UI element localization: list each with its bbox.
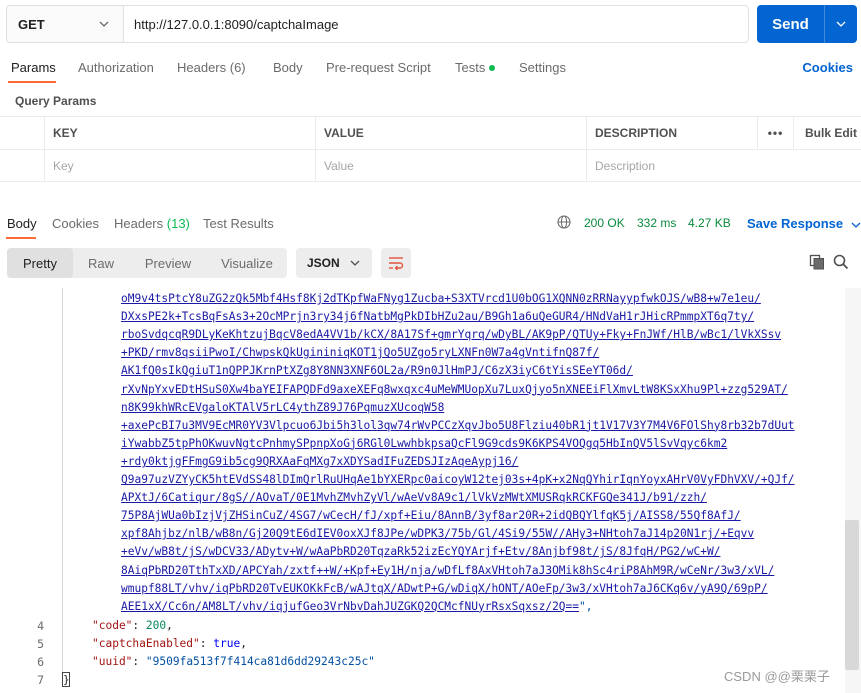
search-icon[interactable]	[833, 254, 849, 270]
wrap-lines-button[interactable]	[381, 248, 411, 278]
response-tabs: Body Cookies Headers (13) Test Results 2…	[0, 210, 861, 239]
url-text: http://127.0.0.1:8090/captchaImage	[134, 16, 339, 32]
code-line: 75P8AjWUa0bIzjVjZHSinCuZ/4SG7/wCecH/fJ/x…	[121, 509, 741, 523]
column-header-key: KEY	[44, 117, 315, 149]
line-number: 4	[37, 619, 44, 633]
copy-icon[interactable]	[809, 254, 825, 270]
tab-pre-request-script[interactable]: Pre-request Script	[326, 60, 431, 75]
code-line: AEE1xX/Cc6n/AM8LT/vhv/iqjufGeo3VrNbvDahJ…	[121, 599, 580, 613]
tab-authorization[interactable]: Authorization	[78, 60, 154, 75]
json-field-captcha-enabled: "captchaEnabled": true,	[92, 637, 247, 650]
cookies-link[interactable]: Cookies	[802, 60, 853, 75]
response-body-viewer[interactable]: oM9v4tsPtcY8uZG2zQk5Mbf4Hsf8Kj2dTKpfWaFN…	[0, 288, 845, 693]
chevron-down-icon	[99, 21, 109, 27]
tab-tests[interactable]: Tests	[455, 60, 496, 75]
tab-tests-label: Tests	[455, 60, 486, 75]
indent-guide	[62, 288, 63, 680]
scrollbar-thumb[interactable]	[845, 520, 859, 670]
code-line: +PKD/rmv8qsiiPwoI/ChwpskQkUgininiqKOT1jQ…	[121, 346, 600, 360]
column-header-description: DESCRIPTION	[586, 117, 757, 149]
code-line: 8AiqPbRD20TthTxXD/APCYah/zxtf++W/+Kpf+Ey…	[121, 563, 775, 577]
code-line: Q9a97uzVZYyCK5htEVdSS48lDImQrlRuUHqAe1bY…	[121, 473, 795, 486]
request-tabs: Params Authorization Headers (6) Body Pr…	[0, 56, 861, 83]
key-input[interactable]: Key	[44, 150, 315, 182]
string-close: ",	[579, 599, 593, 613]
globe-icon[interactable]	[557, 215, 571, 229]
tab-headers[interactable]: Headers (6)	[177, 60, 246, 75]
tab-settings[interactable]: Settings	[519, 60, 566, 75]
code-line: +eVv/wB8t/jS/wDCV33/ADytv+W/wAaPbRD20Tqz…	[121, 545, 721, 559]
tab-response-cookies[interactable]: Cookies	[52, 216, 99, 231]
code-line: +rdy0ktjgFFmgG9ib5cg9QRXAaFqMXg7xXDYSadI…	[121, 454, 519, 468]
save-response-label: Save Response	[747, 216, 844, 231]
view-pretty[interactable]: Pretty	[7, 248, 73, 278]
code-line: n8K99khWRcEVgaloKTAlV5rLC4ythZ89J76Pqmuz…	[121, 400, 445, 414]
json-value: "9509fa513f7f414ca81d6dd29243c25c"	[145, 655, 375, 668]
json-key: "captchaEnabled"	[92, 637, 200, 650]
view-preview[interactable]: Preview	[135, 248, 201, 278]
code-line: oM9v4tsPtcY8uZG2zQk5Mbf4Hsf8Kj2dTKpfWaFN…	[121, 292, 761, 305]
tab-response-headers-label: Headers	[114, 216, 164, 231]
chevron-down-icon	[851, 222, 861, 228]
value-input[interactable]: Value	[315, 150, 586, 182]
tab-params[interactable]: Params	[11, 60, 56, 75]
code-line: iYwabbZ5tpPhOKwuvNgtcPnhmySPpnpXoGj6RGl0…	[121, 436, 728, 450]
format-label: JSON	[307, 256, 340, 270]
send-button[interactable]: Send	[757, 5, 825, 43]
code-line: xpf8Ahjbz/nlB/wB8n/Gj20Q9tE6dIEV0oxXJf8J…	[121, 527, 755, 541]
headers-count-badge: (13)	[166, 216, 190, 231]
method-label: GET	[18, 16, 45, 32]
chevron-down-icon	[836, 21, 846, 27]
view-mode-toggle: Pretty Raw Preview Visualize	[7, 248, 287, 278]
watermark: CSDN @@栗栗子	[724, 669, 830, 684]
method-select[interactable]: GET	[7, 6, 124, 42]
status-dot-icon	[489, 64, 496, 71]
wrap-lines-icon	[389, 257, 404, 270]
format-select[interactable]: JSON	[296, 248, 372, 278]
description-input[interactable]: Description	[586, 150, 861, 182]
json-field-code: "code": 200,	[92, 619, 173, 632]
response-time[interactable]: 332 ms	[637, 216, 676, 230]
send-button-group: Send	[757, 5, 857, 43]
line-number: 5	[37, 637, 44, 651]
json-key: "uuid"	[92, 655, 133, 668]
request-bar: GET http://127.0.0.1:8090/captchaImage	[6, 5, 749, 43]
tab-body[interactable]: Body	[273, 60, 303, 75]
code-line: wmupf88LT/vhv/iqPbRD20TvEUKOKkFcB/wAJtqX…	[121, 581, 768, 595]
more-options-icon[interactable]: •••	[757, 117, 793, 149]
active-tab-indicator	[6, 237, 36, 239]
bulk-edit-button[interactable]: Bulk Edit	[793, 117, 861, 149]
status-code[interactable]: 200 OK	[584, 216, 625, 230]
json-field-uuid: "uuid": "9509fa513f7f414ca81d6dd29243c25…	[92, 655, 375, 668]
response-size[interactable]: 4.27 KB	[688, 216, 731, 230]
table-row: Key Value Description	[0, 150, 861, 183]
view-visualize[interactable]: Visualize	[212, 248, 282, 278]
code-line: rXvNpYxvEDtHSuS0Xw4baYEIFAPQDFd9axeXEFq8…	[121, 382, 788, 396]
code-line: AK1fQ0sIkQgiuT1nQPPJKrnPtXZg8Y8NN3XNF6OL…	[121, 364, 633, 378]
column-header-value: VALUE	[315, 117, 586, 149]
table-header-row: KEY VALUE DESCRIPTION ••• Bulk Edit	[0, 117, 861, 150]
json-key: "code"	[92, 619, 133, 632]
line-number: 7	[37, 673, 44, 687]
code-line: +axePcBI7u3MV9EcMR0YV3Vlpcuo6Jbi5h3lol3q…	[121, 418, 795, 432]
view-raw[interactable]: Raw	[77, 248, 125, 278]
closing-brace: }	[62, 672, 70, 687]
json-value: 200	[145, 619, 167, 632]
url-input[interactable]: http://127.0.0.1:8090/captchaImage	[124, 6, 748, 42]
tab-test-results[interactable]: Test Results	[203, 216, 274, 231]
code-line: APXtJ/6Catiqur/8gS//AOvaT/0E1MvhZMvhZyVl…	[121, 491, 707, 505]
code-line: DXxsPE2k+TcsBqFsAs3+2OcMPrjn3ry34j6fNatb…	[121, 310, 755, 324]
json-value: true	[213, 637, 241, 650]
tab-response-headers[interactable]: Headers (13)	[114, 216, 190, 231]
query-params-title: Query Params	[15, 94, 97, 108]
active-tab-indicator	[8, 81, 56, 83]
chevron-down-icon	[350, 260, 360, 266]
tab-response-body[interactable]: Body	[7, 216, 37, 231]
query-params-table: KEY VALUE DESCRIPTION ••• Bulk Edit Key …	[0, 116, 861, 182]
save-response-button[interactable]: Save Response	[747, 216, 861, 231]
send-options-button[interactable]	[825, 5, 857, 43]
line-number: 6	[37, 655, 44, 669]
code-line: rboSvdqcqR9DLyKeKhtzujBqcV8edA4VV1b/kCX/…	[121, 328, 782, 342]
